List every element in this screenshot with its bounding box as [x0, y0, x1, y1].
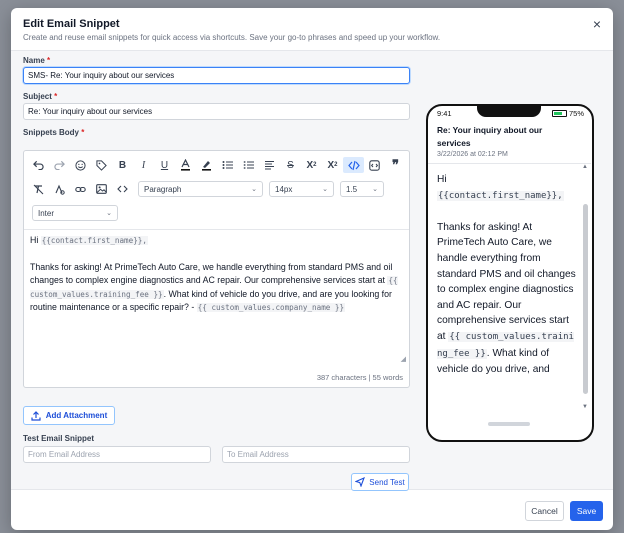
redo-icon[interactable] [49, 157, 70, 173]
toolbar-row-2: Paragraph ⌄ 14px ⌄ 1.5 ⌄ [28, 181, 390, 197]
required-mark: * [81, 128, 85, 137]
subject-input-value: Re: Your inquiry about our services [28, 107, 153, 116]
name-label: Name * [23, 56, 50, 65]
merge-field-icon[interactable] [49, 181, 70, 197]
to-email-placeholder: To Email Address [227, 450, 289, 459]
required-mark: * [47, 56, 51, 65]
editor-line-1: Hi {{contact.first_name}}, [30, 234, 403, 248]
embed-icon[interactable] [364, 157, 385, 173]
from-email-placeholder: From Email Address [28, 450, 101, 459]
bulleted-list-icon[interactable] [217, 157, 238, 173]
required-mark: * [54, 92, 58, 101]
name-input[interactable]: SMS- Re: Your inquiry about our services [23, 67, 410, 84]
code-icon[interactable] [112, 181, 133, 197]
toolbar-row-1: B I U S X2 X2 ❞ [28, 157, 406, 173]
scrollbar-thumb[interactable] [583, 204, 588, 394]
battery-percent: 75% [568, 109, 584, 118]
to-email-field[interactable]: To Email Address [222, 446, 410, 463]
quote-icon[interactable]: ❞ [385, 157, 406, 173]
scroll-up-icon[interactable]: ▲ [582, 164, 588, 170]
numbered-list-icon[interactable] [238, 157, 259, 173]
font-family-value: Inter [38, 208, 55, 218]
line-height-select[interactable]: 1.5 ⌄ [340, 181, 384, 197]
underline-icon[interactable]: U [154, 157, 175, 173]
chevron-down-icon: ⌄ [106, 210, 112, 217]
subscript-icon[interactable]: X2 [322, 157, 343, 173]
preview-divider [428, 163, 591, 164]
body-label: Snippets Body * [23, 128, 84, 137]
name-input-value: SMS- Re: Your inquiry about our services [28, 71, 175, 80]
rich-text-editor: B I U S X2 X2 ❞ Paragraph ⌄ 14px ⌄ 1.5 ⌄… [23, 150, 410, 388]
italic-icon[interactable]: I [133, 157, 154, 173]
preview-paragraph: Thanks for asking! At PrimeTech Auto Car… [437, 220, 577, 378]
battery-icon [551, 110, 567, 117]
send-test-label: Send Test [369, 477, 405, 487]
add-attachment-label: Add Attachment [45, 411, 108, 420]
add-attachment-button[interactable]: Add Attachment [23, 406, 115, 425]
highlight-icon[interactable] [196, 157, 217, 173]
block-format-select[interactable]: Paragraph ⌄ [138, 181, 263, 197]
preview-scrollbar[interactable]: ▲ ▼ [582, 164, 589, 410]
preview-body: Hi {{contact.first_name}}, Thanks for as… [437, 172, 577, 409]
home-indicator [488, 422, 530, 426]
editor-paragraph-2: Thanks for asking! At PrimeTech Auto Car… [30, 261, 403, 315]
block-format-value: Paragraph [144, 184, 182, 194]
code-view-icon[interactable] [343, 157, 364, 173]
cancel-button[interactable]: Cancel [525, 501, 564, 521]
subject-label: Subject * [23, 92, 57, 101]
align-icon[interactable] [259, 157, 280, 173]
modal-content: Name * SMS- Re: Your inquiry about our s… [11, 50, 613, 491]
editor-content[interactable]: Hi {{contact.first_name}}, Thanks for as… [24, 229, 409, 361]
line-height-value: 1.5 [346, 184, 358, 194]
upload-icon [31, 410, 41, 421]
body-label-text: Snippets Body [23, 128, 80, 137]
chevron-down-icon: ⌄ [251, 186, 257, 193]
emoji-icon[interactable] [70, 157, 91, 173]
preview-paragraph-text: Thanks for asking! At PrimeTech Auto Car… [437, 221, 576, 342]
merge-field-first-name: {{contact.first_name}}, [40, 236, 148, 245]
paragraph-text-a: Thanks for asking! At PrimeTech Auto Car… [30, 261, 393, 286]
superscript-icon[interactable]: X2 [301, 157, 322, 173]
undo-icon[interactable] [28, 157, 49, 173]
phone-battery: 75% [551, 109, 584, 118]
phone-notch [477, 106, 541, 117]
test-snippet-label: Test Email Snippet [23, 434, 94, 443]
text-color-icon[interactable] [175, 157, 196, 173]
font-size-select[interactable]: 14px ⌄ [269, 181, 334, 197]
strikethrough-icon[interactable]: S [280, 157, 301, 173]
modal-subtitle: Create and reuse email snippets for quic… [23, 33, 441, 42]
preview-greeting: Hi [437, 174, 447, 185]
subject-label-text: Subject [23, 92, 52, 101]
scroll-down-icon[interactable]: ▼ [582, 404, 588, 410]
send-test-button[interactable]: Send Test [351, 473, 409, 491]
font-size-value: 14px [275, 184, 293, 194]
phone-preview: 9:41 75% Re: Your inquiry about our serv… [426, 104, 594, 442]
close-icon[interactable]: × [593, 17, 601, 31]
chevron-down-icon: ⌄ [322, 186, 328, 193]
link-icon[interactable] [70, 181, 91, 197]
save-button[interactable]: Save [570, 501, 603, 521]
resize-handle-icon[interactable]: ◢ [401, 355, 406, 363]
modal-title: Edit Email Snippet [23, 18, 120, 30]
from-email-field[interactable]: From Email Address [23, 446, 211, 463]
tag-icon[interactable] [91, 157, 112, 173]
phone-time: 9:41 [437, 109, 452, 118]
character-count: 387 characters | 55 words [316, 373, 403, 382]
greeting-text: Hi [30, 235, 39, 245]
chevron-down-icon: ⌄ [372, 186, 378, 193]
edit-snippet-modal: Edit Email Snippet Create and reuse emai… [11, 8, 613, 530]
bold-icon[interactable]: B [112, 157, 133, 173]
preview-merge-first-name: {{contact.first_name}}, [437, 190, 564, 201]
font-family-select[interactable]: Inter ⌄ [32, 205, 118, 221]
preview-subject: Re: Your inquiry about our services [437, 125, 543, 148]
preview-date: 3/22/2026 at 02:12 PM [437, 151, 508, 158]
name-label-text: Name [23, 56, 45, 65]
clear-format-icon[interactable] [28, 181, 49, 197]
image-icon[interactable] [91, 181, 112, 197]
merge-field-company-name: {{ custom_values.company_name }} [196, 303, 346, 312]
subject-input[interactable]: Re: Your inquiry about our services [23, 103, 410, 120]
send-icon [355, 477, 366, 487]
toolbar-row-3: Inter ⌄ [28, 205, 124, 221]
